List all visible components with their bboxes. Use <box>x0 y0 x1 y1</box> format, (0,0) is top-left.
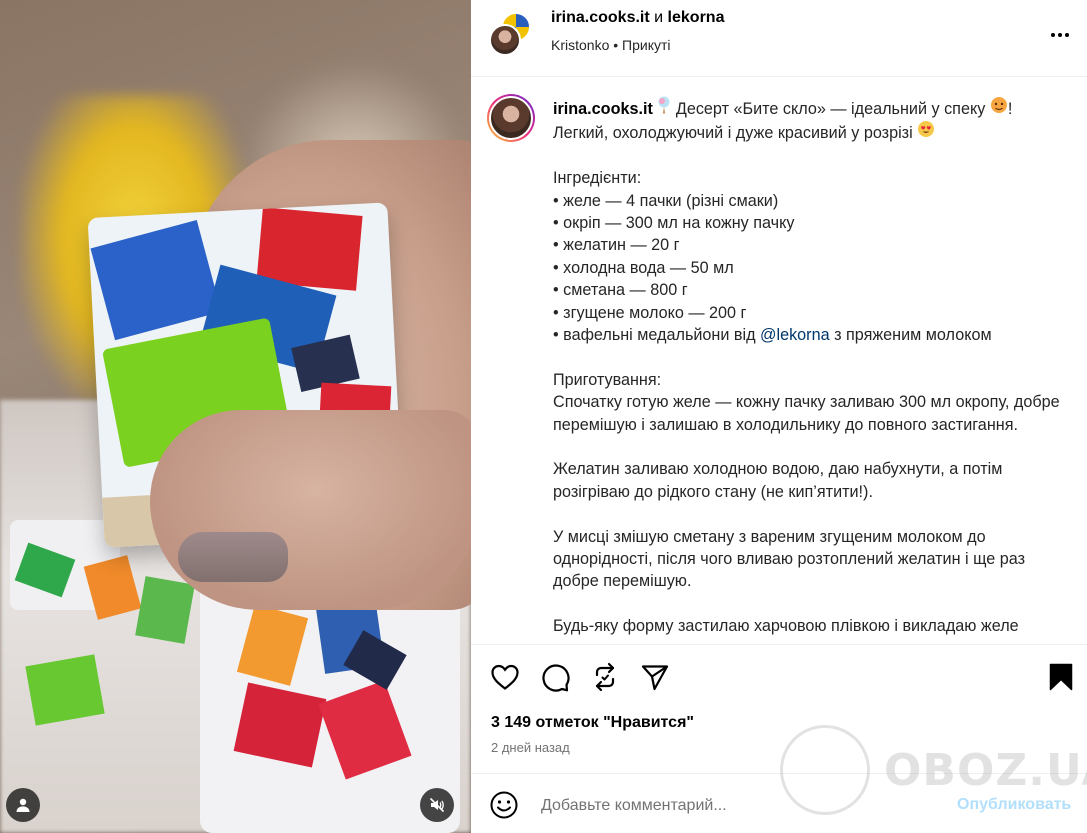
caption-username[interactable]: irina.cooks.it <box>553 100 653 118</box>
caption-scroll-area[interactable]: irina.cooks.it Десерт «Бите скло» — ідеа… <box>471 78 1087 644</box>
ingredient-item: • желатин — 20 г <box>553 236 680 255</box>
user-icon <box>16 798 30 812</box>
likes-count[interactable]: 3 149 отметок "Нравится" <box>491 714 694 732</box>
post-details-panel: irina.cooks.it и lekorna Kristonko • При… <box>471 0 1087 833</box>
mention-link[interactable]: @lekorna <box>760 326 830 344</box>
smiley-icon <box>490 791 518 819</box>
heart-icon <box>491 664 519 690</box>
username-link[interactable]: irina.cooks.it <box>551 9 650 26</box>
globe-logo-icon <box>780 725 870 815</box>
thumbnail-nail <box>178 532 288 582</box>
ingredient-item: • вафельні медальйони від @lekorna з пря… <box>553 324 1068 346</box>
step-paragraph: Будь-яку форму застилаю харчовою плівкою… <box>553 617 1019 644</box>
post-caption: irina.cooks.it Десерт «Бите скло» — ідеа… <box>553 96 1068 644</box>
like-button[interactable] <box>489 661 521 693</box>
comment-bubble-icon <box>542 664 570 692</box>
share-button[interactable] <box>639 661 671 693</box>
ingredients-title: Інгредієнти: <box>553 169 642 188</box>
emoji-picker-button[interactable] <box>489 790 519 820</box>
bookmark-filled-icon <box>1049 663 1073 691</box>
watermark-text: OBOZ.UA <box>884 745 1087 796</box>
bullet-separator: • <box>613 37 619 53</box>
repost-button[interactable] <box>589 661 621 693</box>
repost-icon <box>595 662 615 692</box>
caption-avatar[interactable] <box>487 94 535 142</box>
cotton-candy-icon <box>657 96 671 120</box>
collab-avatars[interactable] <box>489 12 533 56</box>
heart-eyes-emoji-icon <box>917 120 935 144</box>
comment-button[interactable] <box>539 661 571 693</box>
more-horizontal-icon <box>1051 33 1055 37</box>
caption-text: ! <box>1007 100 1013 118</box>
caption-line-2: Легкий, охолоджуючий і дуже красивий у р… <box>553 120 1068 144</box>
pinned-label: Прикуті <box>622 37 671 53</box>
avatar-irina[interactable] <box>489 24 521 56</box>
caption-line-1: irina.cooks.it Десерт «Бите скло» — ідеа… <box>553 96 1068 120</box>
collab-names: irina.cooks.it и lekorna <box>551 9 724 27</box>
header-subline: Kristonko • Прикуті <box>551 37 671 53</box>
caption-text: • вафельні медальйони від <box>553 326 761 345</box>
mute-button[interactable] <box>420 788 454 822</box>
steps-title: Приготування: <box>553 370 662 389</box>
ingredient-item: • згущене молоко — 200 г <box>553 303 747 322</box>
post-media[interactable] <box>0 0 471 833</box>
oboz-watermark: OBOZ.UA <box>780 725 1087 820</box>
step-paragraph: У мисці змішую сметану з вареним згущени… <box>553 527 1026 591</box>
caption-text: Легкий, охолоджуючий і дуже красивий у р… <box>553 124 918 143</box>
conjunction-text: и <box>654 9 664 26</box>
hot-face-emoji-icon <box>990 96 1008 120</box>
post-header: irina.cooks.it и lekorna Kristonko • При… <box>471 0 1087 77</box>
more-options-button[interactable] <box>1047 22 1073 48</box>
username-link[interactable]: lekorna <box>668 9 725 26</box>
caption-text: з пряженим молоком <box>829 326 992 345</box>
ingredient-item: • желе — 4 пачки (різні смаки) <box>553 191 779 210</box>
ingredient-item: • сметана — 800 г <box>553 281 688 300</box>
ingredient-item: • окріп — 300 мл на кожну пачку <box>553 214 795 233</box>
caption-text: Десерт «Бите скло» — ідеальний у спеку <box>671 100 990 118</box>
send-icon <box>641 665 669 691</box>
ingredient-item: • холодна вода — 50 мл <box>553 258 734 277</box>
step-paragraph: Желатин заливаю холодною водою, даю набу… <box>553 460 1003 501</box>
tagged-users-button[interactable] <box>6 788 40 822</box>
speaker-muted-icon <box>429 797 445 813</box>
save-button[interactable] <box>1045 661 1077 693</box>
audio-attribution-link[interactable]: Kristonko <box>551 37 609 53</box>
step-paragraph: Спочатку готую желе — кожну пачку залива… <box>553 393 1060 434</box>
post-timestamp[interactable]: 2 дней назад <box>491 740 570 755</box>
